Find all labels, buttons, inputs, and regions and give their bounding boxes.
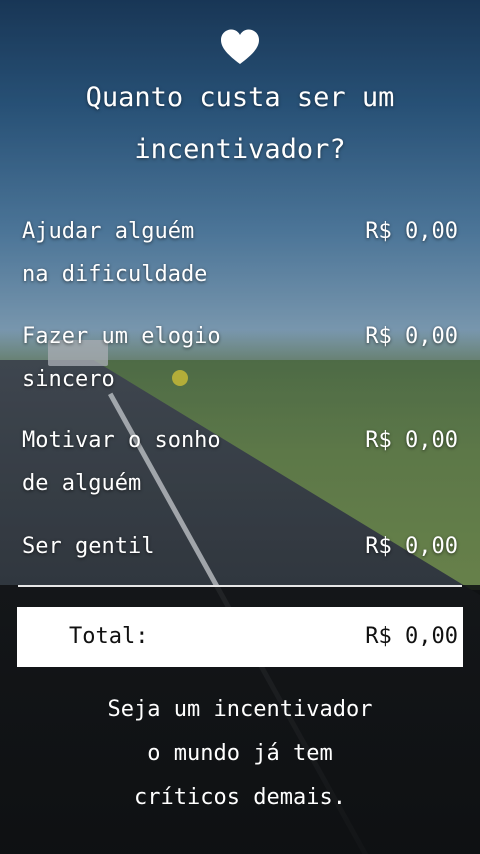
title-line-1: Quanto custa ser um [85,82,395,113]
divider [18,585,462,587]
item-label-line: sincero [22,367,115,392]
list-item-label: Ajudar alguém na dificuldade [22,210,282,296]
list-item-label: Fazer um elogio sincero [22,315,282,401]
page-title: Quanto custa ser um incentivador? [40,72,440,176]
list-item-label: Motivar o sonho de alguém [22,419,282,505]
item-label-line: Ser gentil [22,534,155,559]
total-value: R$ 0,00 [365,624,458,649]
item-label-line: de alguém [22,471,142,496]
total-label: Total: [69,624,149,649]
footer-line-3: críticos demais. [134,785,346,810]
footer-line-1: Seja um incentivador [107,697,373,722]
item-price: R$ 0,00 [365,219,458,244]
item-label-line: na dificuldade [22,262,208,287]
footer-message: Seja um incentivador o mundo já tem crít… [40,688,440,820]
item-price: R$ 0,00 [365,534,458,559]
footer-line-2: o mundo já tem [147,741,333,766]
item-price: R$ 0,00 [365,324,458,349]
item-label-line: Fazer um elogio [22,324,221,349]
total-box: Total: R$ 0,00 [17,607,463,667]
heart-icon [221,29,259,64]
list-item-label: Ser gentil [22,525,282,568]
title-line-2: incentivador? [134,134,346,165]
item-label-line: Ajudar alguém [22,219,195,244]
item-label-line: Motivar o sonho [22,428,221,453]
item-price: R$ 0,00 [365,428,458,453]
